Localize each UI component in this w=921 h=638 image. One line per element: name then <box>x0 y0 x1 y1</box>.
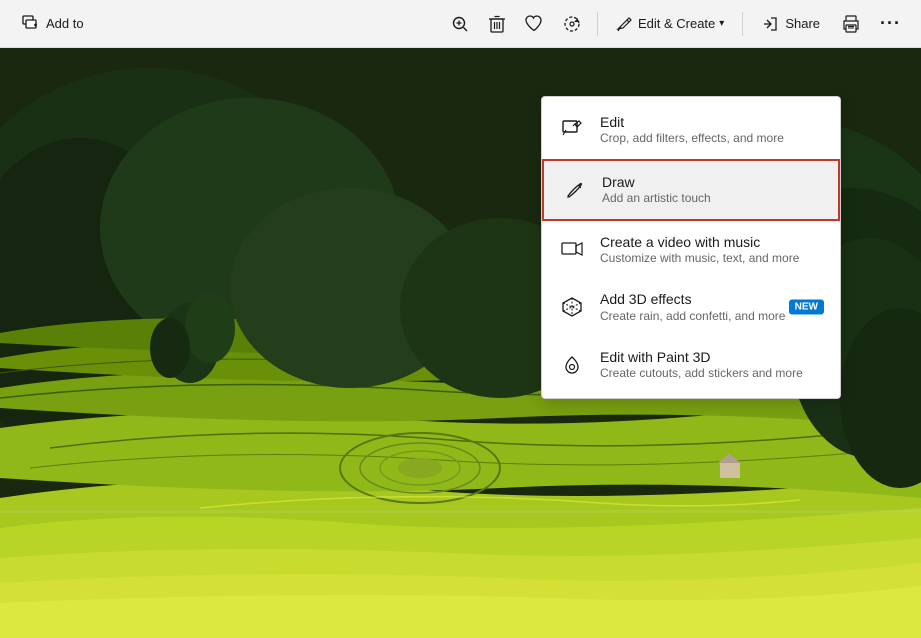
toolbar-separator-1 <box>597 12 598 36</box>
add-to-icon <box>22 15 40 33</box>
menu-item-edit[interactable]: Edit Crop, add filters, effects, and mor… <box>542 101 840 159</box>
more-button[interactable]: ··· <box>872 7 909 40</box>
3d-menu-text: Add 3D effects Create rain, add confetti… <box>600 290 785 324</box>
paint3d-menu-title: Edit with Paint 3D <box>600 348 803 366</box>
share-icon <box>761 15 779 33</box>
more-icon: ··· <box>880 13 901 34</box>
3d-menu-title: Add 3D effects <box>600 290 785 308</box>
draw-menu-subtitle: Add an artistic touch <box>602 191 711 207</box>
video-menu-subtitle: Customize with music, text, and more <box>600 251 799 267</box>
favorite-button[interactable] <box>517 9 551 38</box>
share-button[interactable]: Share <box>751 9 830 39</box>
edit-menu-text: Edit Crop, add filters, effects, and mor… <box>600 113 784 147</box>
zoom-button[interactable] <box>443 9 477 39</box>
edit-menu-title: Edit <box>600 113 784 131</box>
zoom-icon <box>451 15 469 33</box>
edit-create-icon <box>616 15 634 33</box>
edit-create-label: Edit & Create <box>638 16 715 31</box>
add-to-label: Add to <box>46 16 84 31</box>
new-badge: NEW <box>789 300 824 315</box>
paint3d-menu-text: Edit with Paint 3D Create cutouts, add s… <box>600 348 803 382</box>
delete-icon <box>489 15 505 33</box>
image-area: Edit Crop, add filters, effects, and mor… <box>0 48 921 638</box>
3d-menu-subtitle: Create rain, add confetti, and more <box>600 309 785 325</box>
menu-item-draw[interactable]: Draw Add an artistic touch <box>542 159 840 221</box>
dropdown-menu: Edit Crop, add filters, effects, and mor… <box>541 96 841 399</box>
favorite-icon <box>525 15 543 32</box>
edit-create-button[interactable]: Edit & Create ▾ <box>606 9 734 39</box>
add-to-button[interactable]: Add to <box>12 9 94 39</box>
delete-button[interactable] <box>481 9 513 39</box>
video-menu-icon <box>558 235 586 263</box>
edit-menu-subtitle: Crop, add filters, effects, and more <box>600 131 784 147</box>
menu-item-3d[interactable]: Add 3D effects Create rain, add confetti… <box>542 278 840 336</box>
paint3d-menu-subtitle: Create cutouts, add stickers and more <box>600 366 803 382</box>
rotate-button[interactable] <box>555 9 589 39</box>
draw-menu-title: Draw <box>602 173 711 191</box>
rotate-icon <box>563 15 581 33</box>
edit-create-chevron: ▾ <box>719 18 724 29</box>
menu-item-paint3d[interactable]: Edit with Paint 3D Create cutouts, add s… <box>542 336 840 394</box>
3d-menu-icon <box>558 293 586 321</box>
print-icon <box>842 15 860 33</box>
toolbar: Add to <box>0 0 921 48</box>
edit-menu-icon <box>558 116 586 144</box>
print-button[interactable] <box>834 9 868 39</box>
menu-item-video[interactable]: Create a video with music Customize with… <box>542 221 840 279</box>
share-label: Share <box>785 16 820 31</box>
draw-menu-icon <box>560 176 588 204</box>
toolbar-separator-2 <box>742 12 743 36</box>
video-menu-title: Create a video with music <box>600 233 799 251</box>
paint3d-menu-icon <box>558 351 586 379</box>
draw-menu-text: Draw Add an artistic touch <box>602 173 711 207</box>
video-menu-text: Create a video with music Customize with… <box>600 233 799 267</box>
